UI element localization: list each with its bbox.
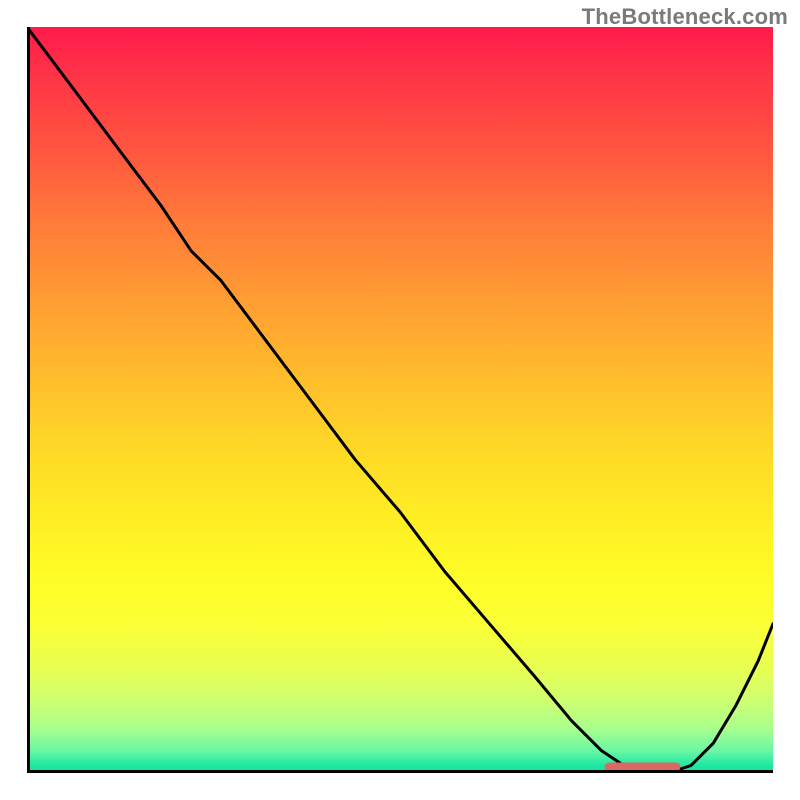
x-axis bbox=[27, 770, 773, 773]
y-axis bbox=[27, 27, 30, 773]
bottleneck-curve bbox=[27, 27, 773, 773]
bottleneck-curve-svg bbox=[27, 27, 773, 773]
chart-container: TheBottleneck.com bbox=[0, 0, 800, 800]
plot-area bbox=[27, 27, 773, 773]
